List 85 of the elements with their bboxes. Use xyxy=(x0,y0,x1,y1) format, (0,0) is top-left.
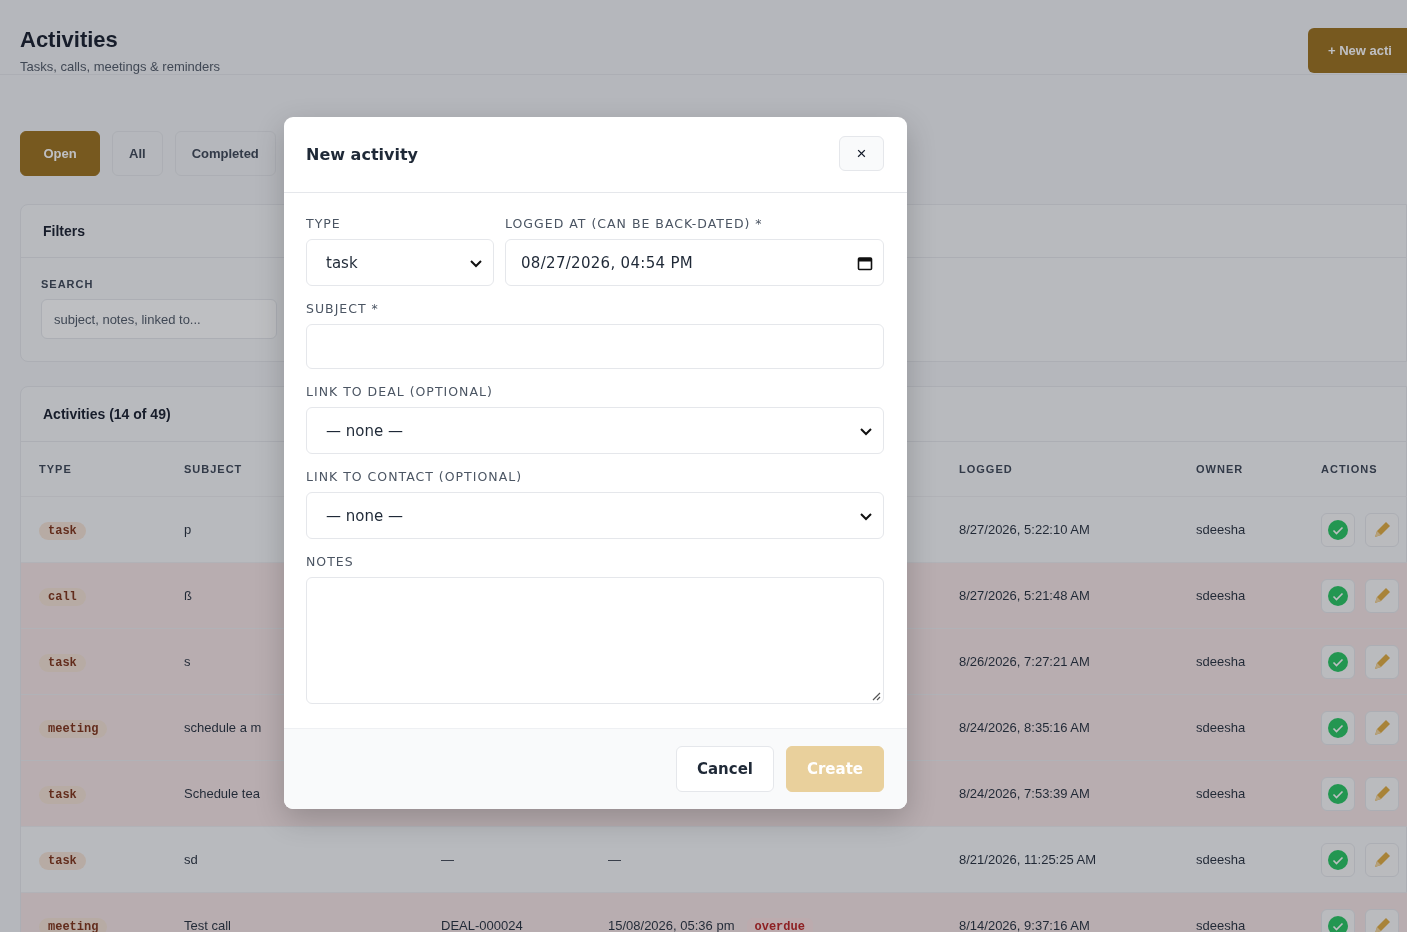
check-circle-icon xyxy=(1327,848,1349,871)
column-header: OWNER xyxy=(1196,463,1244,475)
notes-field[interactable] xyxy=(306,577,884,704)
table-cell: 8/26/2026, 7:27:21 AM xyxy=(959,654,1090,669)
edit-button[interactable] xyxy=(1365,578,1399,613)
check-circle-icon xyxy=(1327,650,1349,673)
table-cell: sd xyxy=(184,852,198,867)
edit-button[interactable] xyxy=(1365,908,1399,932)
table-cell: 8/24/2026, 8:35:16 AM xyxy=(959,720,1090,735)
card-title: Activities (14 of 49) xyxy=(43,406,171,422)
type-tag: meeting xyxy=(39,917,108,932)
field-label: LINK TO CONTACT (OPTIONAL) xyxy=(306,469,523,485)
complete-button[interactable] xyxy=(1321,644,1355,679)
type-tag: task xyxy=(39,521,86,540)
table-cell: 15/08/2026, 05:36 pm xyxy=(608,917,735,932)
field-label: SEARCH xyxy=(41,278,94,290)
filter-tab[interactable]: Open xyxy=(20,131,100,176)
complete-button[interactable] xyxy=(1321,710,1355,745)
select-field[interactable]: — none — xyxy=(306,407,884,454)
table-cell: 8/27/2026, 5:22:10 AM xyxy=(959,522,1090,537)
type-tag: meeting xyxy=(39,719,108,738)
table-cell: sdeesha xyxy=(1196,918,1246,932)
dialog-title: New activity xyxy=(306,145,418,164)
calendar-icon xyxy=(857,254,873,271)
type-tag: task xyxy=(39,653,86,672)
field-label: TYPE xyxy=(306,216,341,232)
table-cell: sdeesha xyxy=(1196,786,1246,801)
table-cell: sdeesha xyxy=(1196,720,1246,735)
table-cell: 8/27/2026, 5:21:48 AM xyxy=(959,588,1090,603)
complete-button[interactable] xyxy=(1321,908,1355,932)
edit-button[interactable] xyxy=(1365,710,1399,745)
check-circle-icon xyxy=(1327,584,1349,607)
table-cell: sdeesha xyxy=(1196,588,1246,603)
filter-tab[interactable]: All xyxy=(112,131,163,176)
table-cell: sdeesha xyxy=(1196,654,1246,669)
page-subtitle: Tasks, calls, meetings & reminders xyxy=(20,59,221,74)
table-cell: — xyxy=(608,852,621,867)
table-cell: s xyxy=(184,654,191,669)
type-tag: task xyxy=(39,851,86,870)
page-title: Activities xyxy=(20,27,119,53)
table-cell: ß xyxy=(184,588,192,603)
datetime-field[interactable]: 08/27/2026, 04:54 PM xyxy=(505,239,884,286)
check-circle-icon xyxy=(1327,716,1349,739)
table-cell: sdeesha xyxy=(1196,522,1246,537)
edit-button[interactable] xyxy=(1365,776,1399,811)
table-cell: — xyxy=(441,852,454,867)
edit-button[interactable] xyxy=(1365,842,1399,877)
search-field[interactable]: subject, notes, linked to... xyxy=(41,299,277,339)
table-cell: sdeesha xyxy=(1196,852,1246,867)
select-field[interactable]: task xyxy=(306,239,494,286)
table-cell: 8/21/2026, 11:25:25 AM xyxy=(959,852,1097,867)
input-field[interactable] xyxy=(306,324,884,369)
new-activity-button[interactable]: + New acti xyxy=(1308,28,1407,73)
complete-button[interactable] xyxy=(1321,578,1355,613)
field-label: LOGGED AT (CAN BE BACK-DATED) * xyxy=(505,216,763,232)
type-tag: call xyxy=(39,587,86,606)
column-header: SUBJECT xyxy=(184,463,243,475)
field-label: LINK TO DEAL (OPTIONAL) xyxy=(306,384,493,400)
complete-button[interactable] xyxy=(1321,776,1355,811)
field-label: SUBJECT * xyxy=(306,301,379,317)
table-cell: Schedule tea xyxy=(184,786,260,801)
complete-button[interactable] xyxy=(1321,842,1355,877)
card-title: Filters xyxy=(43,223,85,239)
column-header: TYPE xyxy=(39,463,72,475)
select-field[interactable]: — none — xyxy=(306,492,884,539)
filter-tab[interactable]: Completed xyxy=(174,131,276,176)
cancel-button[interactable]: Cancel xyxy=(675,746,774,792)
resize-handle-icon xyxy=(871,691,881,701)
table-cell: p xyxy=(184,522,192,537)
edit-button[interactable] xyxy=(1365,644,1399,679)
close-button[interactable]: × xyxy=(839,136,884,171)
overdue-tag: overdue xyxy=(746,917,813,932)
table-cell: DEAL-000024 xyxy=(441,918,523,932)
column-header: ACTIONS xyxy=(1321,463,1378,475)
table-cell: 8/24/2026, 7:53:39 AM xyxy=(959,786,1090,801)
complete-button[interactable] xyxy=(1321,512,1355,547)
table-cell: Test call xyxy=(184,918,231,932)
table-cell: schedule a m xyxy=(184,720,262,735)
column-header: LOGGED xyxy=(959,463,1013,475)
edit-button[interactable] xyxy=(1365,512,1399,547)
type-tag: task xyxy=(39,785,86,804)
check-circle-icon xyxy=(1327,518,1349,541)
field-label: NOTES xyxy=(306,554,354,570)
check-circle-icon xyxy=(1327,782,1349,805)
table-cell: 8/14/2026, 9:37:16 AM xyxy=(959,918,1090,932)
